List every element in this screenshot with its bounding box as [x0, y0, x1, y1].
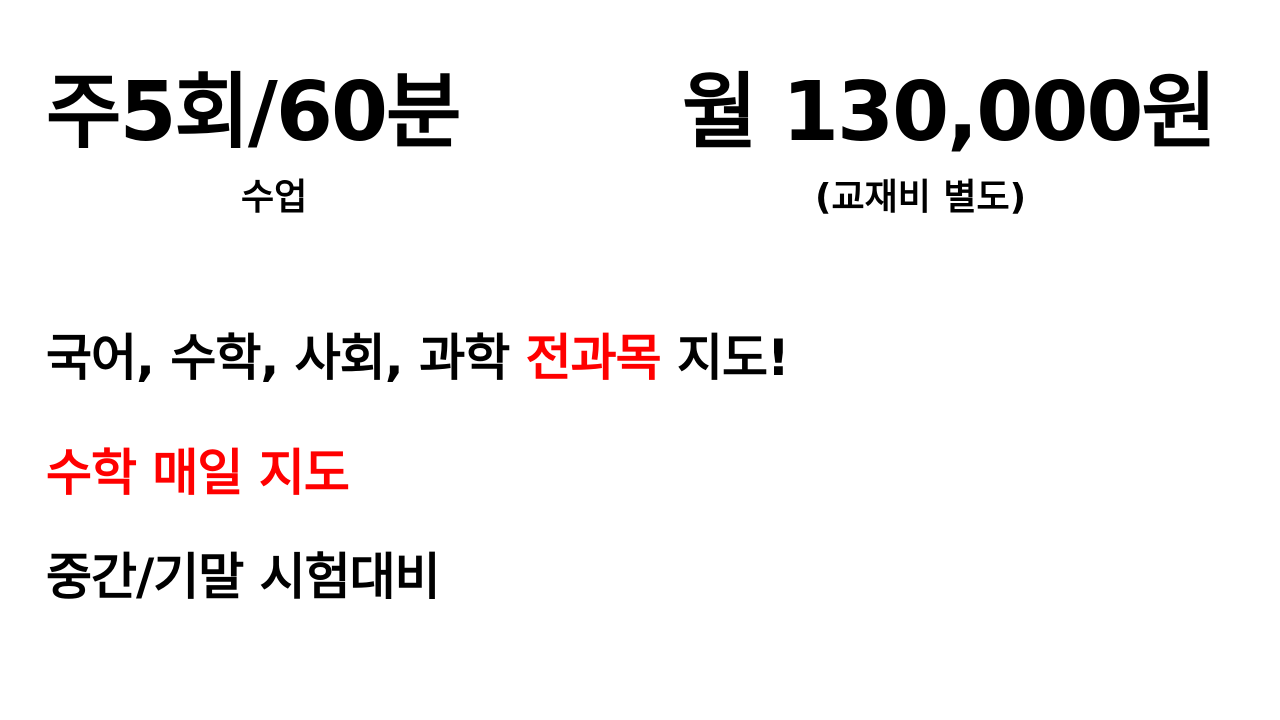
frequency-heading: 주5회/60분 [46, 65, 461, 160]
price-heading: 월 130,000원 [682, 65, 1217, 160]
math-daily-line: 수학 매일 지도 [46, 444, 350, 502]
exam-prep-line: 중간/기말 시험대비 [46, 548, 441, 606]
subjects-prefix: 국어, 수학, 사회, 과학 [46, 329, 526, 387]
subjects-highlight: 전과목 [525, 329, 662, 387]
frequency-subtitle: 수업 [241, 177, 308, 218]
price-note: (교재비 별도) [815, 177, 1027, 218]
subjects-suffix: 지도! [660, 329, 790, 387]
subjects-line: 국어, 수학, 사회, 과학 전과목 지도! [46, 333, 790, 383]
